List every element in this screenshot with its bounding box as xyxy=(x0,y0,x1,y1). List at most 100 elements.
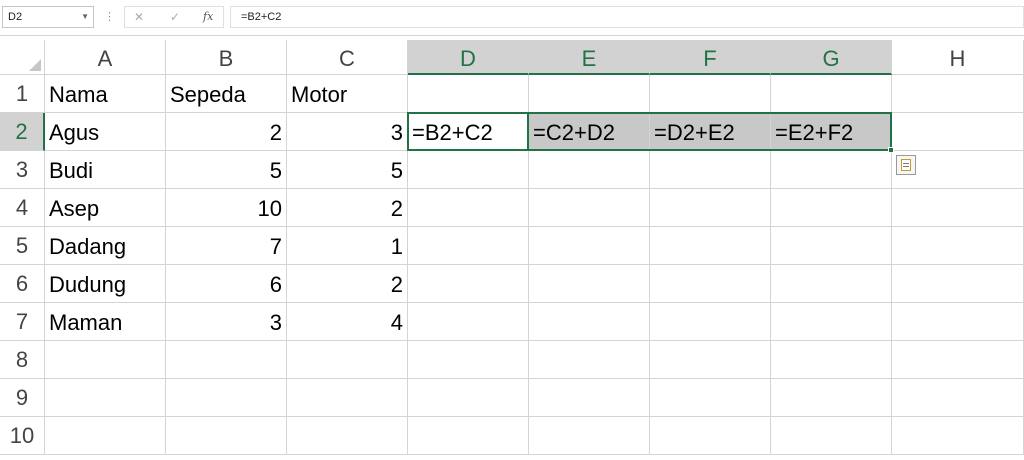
column-header-f[interactable]: F xyxy=(650,40,771,75)
cell-b8[interactable] xyxy=(166,341,287,379)
cell-e2[interactable]: =C2+D2 xyxy=(529,113,650,151)
cell-g8[interactable] xyxy=(771,341,892,379)
cell-c5[interactable]: 1 xyxy=(287,227,408,265)
enter-icon[interactable]: ✓ xyxy=(170,8,180,26)
cell-g7[interactable] xyxy=(771,303,892,341)
formula-input[interactable]: =B2+C2 xyxy=(230,6,1024,28)
cell-a7[interactable]: Maman xyxy=(45,303,166,341)
row-header-2[interactable]: 2 xyxy=(0,113,45,151)
cell-e5[interactable] xyxy=(529,227,650,265)
cell-b1[interactable]: Sepeda xyxy=(166,75,287,113)
name-box[interactable]: D2 ▼ xyxy=(2,6,94,28)
cell-e3[interactable] xyxy=(529,151,650,189)
cell-g3[interactable] xyxy=(771,151,892,189)
paste-options-icon[interactable] xyxy=(896,155,916,175)
cell-a2[interactable]: Agus xyxy=(45,113,166,151)
column-header-c[interactable]: C xyxy=(287,40,408,75)
cell-a5[interactable]: Dadang xyxy=(45,227,166,265)
row-header-5[interactable]: 5 xyxy=(0,227,45,265)
cell-e6[interactable] xyxy=(529,265,650,303)
row-header-3[interactable]: 3 xyxy=(0,151,45,189)
cell-g10[interactable] xyxy=(771,417,892,455)
cell-d6[interactable] xyxy=(408,265,529,303)
cell-f1[interactable] xyxy=(650,75,771,113)
row-header-4[interactable]: 4 xyxy=(0,189,45,227)
cell-b3[interactable]: 5 xyxy=(166,151,287,189)
cell-a1[interactable]: Nama xyxy=(45,75,166,113)
column-header-d[interactable]: D xyxy=(408,40,529,75)
row-header-1[interactable]: 1 xyxy=(0,75,45,113)
cell-a9[interactable] xyxy=(45,379,166,417)
cell-a4[interactable]: Asep xyxy=(45,189,166,227)
column-header-h[interactable]: H xyxy=(892,40,1024,75)
select-all-button[interactable] xyxy=(0,40,45,75)
cell-d4[interactable] xyxy=(408,189,529,227)
cell-d3[interactable] xyxy=(408,151,529,189)
cell-d1[interactable] xyxy=(408,75,529,113)
cell-a8[interactable] xyxy=(45,341,166,379)
cell-d9[interactable] xyxy=(408,379,529,417)
cell-c2[interactable]: 3 xyxy=(287,113,408,151)
cell-e4[interactable] xyxy=(529,189,650,227)
cell-d8[interactable] xyxy=(408,341,529,379)
fill-handle[interactable] xyxy=(888,147,894,153)
row-header-10[interactable]: 10 xyxy=(0,417,45,455)
column-header-b[interactable]: B xyxy=(166,40,287,75)
cell-b10[interactable] xyxy=(166,417,287,455)
row-header-8[interactable]: 8 xyxy=(0,341,45,379)
cell-f6[interactable] xyxy=(650,265,771,303)
cancel-icon[interactable]: ✕ xyxy=(134,8,144,26)
row-header-9[interactable]: 9 xyxy=(0,379,45,417)
cell-c1[interactable]: Motor xyxy=(287,75,408,113)
cell-f5[interactable] xyxy=(650,227,771,265)
cell-b2[interactable]: 2 xyxy=(166,113,287,151)
cell-c8[interactable] xyxy=(287,341,408,379)
cell-h6[interactable] xyxy=(892,265,1024,303)
column-header-e[interactable]: E xyxy=(529,40,650,75)
row-header-7[interactable]: 7 xyxy=(0,303,45,341)
cell-d10[interactable] xyxy=(408,417,529,455)
cell-h10[interactable] xyxy=(892,417,1024,455)
row-header-6[interactable]: 6 xyxy=(0,265,45,303)
cell-e7[interactable] xyxy=(529,303,650,341)
cell-e8[interactable] xyxy=(529,341,650,379)
cell-h4[interactable] xyxy=(892,189,1024,227)
cell-b7[interactable]: 3 xyxy=(166,303,287,341)
cell-f9[interactable] xyxy=(650,379,771,417)
cell-h9[interactable] xyxy=(892,379,1024,417)
cell-f2[interactable]: =D2+E2 xyxy=(650,113,771,151)
cell-g5[interactable] xyxy=(771,227,892,265)
cell-f7[interactable] xyxy=(650,303,771,341)
cell-h8[interactable] xyxy=(892,341,1024,379)
cell-h2[interactable] xyxy=(892,113,1024,151)
cell-f8[interactable] xyxy=(650,341,771,379)
cell-d7[interactable] xyxy=(408,303,529,341)
chevron-down-icon[interactable]: ▼ xyxy=(81,7,89,27)
cell-f4[interactable] xyxy=(650,189,771,227)
cell-h5[interactable] xyxy=(892,227,1024,265)
cell-e10[interactable] xyxy=(529,417,650,455)
cell-b4[interactable]: 10 xyxy=(166,189,287,227)
cell-c9[interactable] xyxy=(287,379,408,417)
insert-function-icon[interactable]: fx xyxy=(203,8,213,26)
column-header-a[interactable]: A xyxy=(45,40,166,75)
cell-g2[interactable]: =E2+F2 xyxy=(771,113,892,151)
cell-e1[interactable] xyxy=(529,75,650,113)
cell-b6[interactable]: 6 xyxy=(166,265,287,303)
cell-b5[interactable]: 7 xyxy=(166,227,287,265)
cell-h7[interactable] xyxy=(892,303,1024,341)
cell-c3[interactable]: 5 xyxy=(287,151,408,189)
cell-c4[interactable]: 2 xyxy=(287,189,408,227)
cell-c10[interactable] xyxy=(287,417,408,455)
cell-g4[interactable] xyxy=(771,189,892,227)
cell-g6[interactable] xyxy=(771,265,892,303)
cell-g9[interactable] xyxy=(771,379,892,417)
cell-d5[interactable] xyxy=(408,227,529,265)
cell-c7[interactable]: 4 xyxy=(287,303,408,341)
cell-h1[interactable] xyxy=(892,75,1024,113)
cell-d2[interactable]: =B2+C2 xyxy=(408,113,529,151)
cell-a3[interactable]: Budi xyxy=(45,151,166,189)
cell-f3[interactable] xyxy=(650,151,771,189)
cell-b9[interactable] xyxy=(166,379,287,417)
cell-f10[interactable] xyxy=(650,417,771,455)
